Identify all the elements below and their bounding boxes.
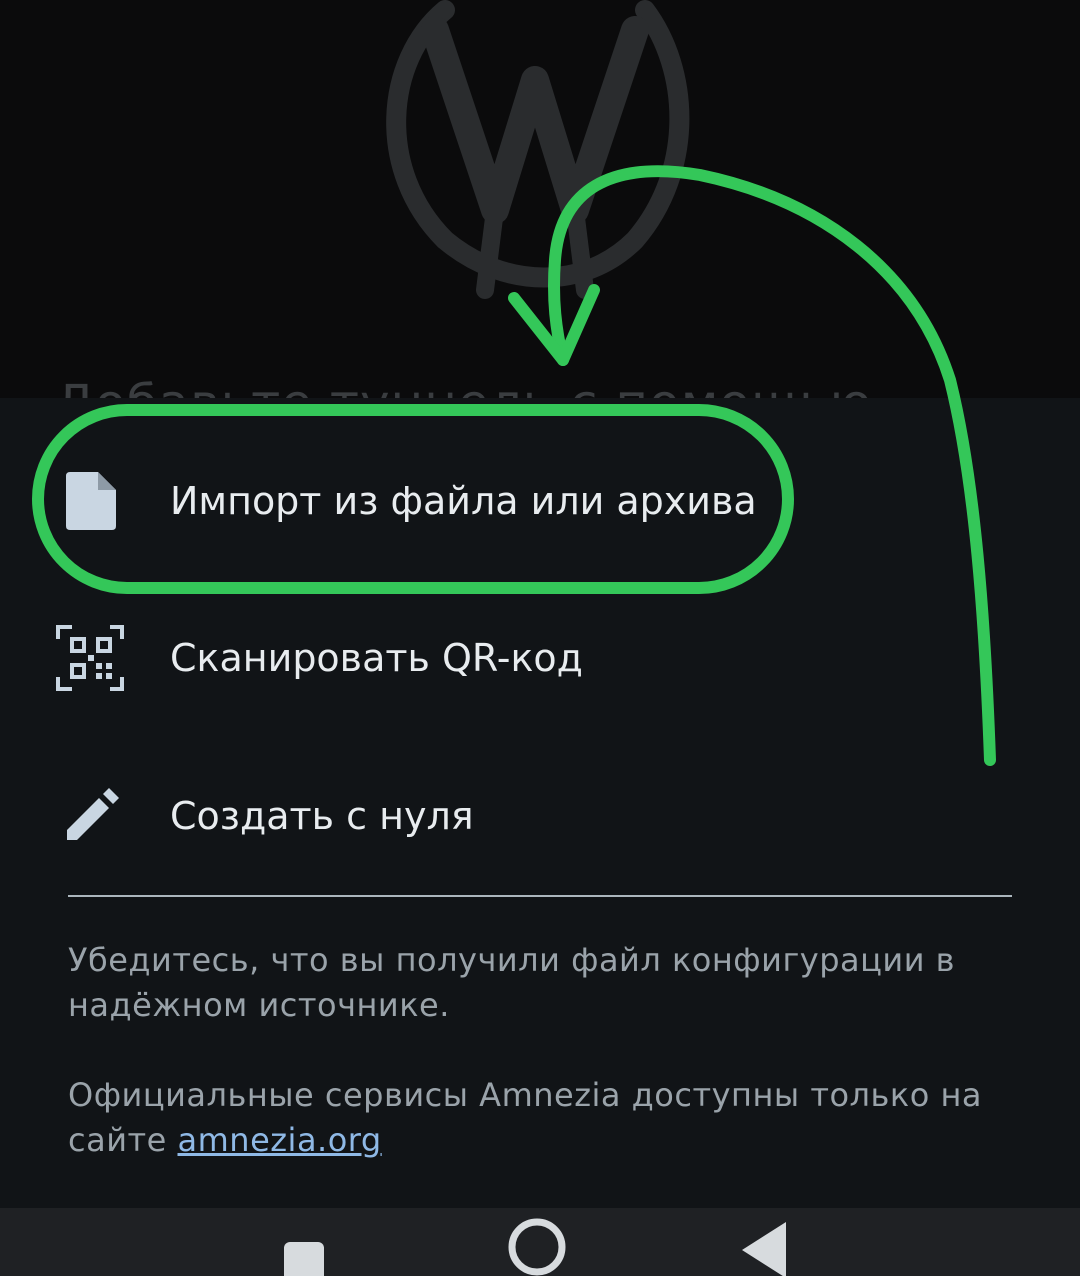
back-button[interactable] bbox=[742, 1222, 788, 1276]
amnezia-link[interactable]: amnezia.org bbox=[178, 1121, 382, 1159]
official-services-text: Официальные сервисы Amnezia доступны тол… bbox=[68, 1073, 1008, 1163]
system-navigation-bar bbox=[0, 1208, 1080, 1276]
home-button[interactable] bbox=[506, 1216, 568, 1276]
create-from-scratch-item[interactable]: Создать с нуля bbox=[0, 756, 1080, 876]
app-logo bbox=[386, 0, 690, 299]
config-warning-text: Убедитесь, что вы получили файл конфигур… bbox=[68, 941, 956, 1024]
obscured-heading: Добавьте туннель с помощью bbox=[55, 374, 873, 400]
pencil-icon bbox=[56, 781, 126, 851]
create-from-scratch-label: Создать с нуля bbox=[170, 794, 474, 838]
divider bbox=[68, 895, 1012, 897]
qr-code-icon bbox=[56, 623, 126, 693]
scan-qr-label: Сканировать QR-код bbox=[170, 636, 583, 680]
scan-qr-item[interactable]: Сканировать QR-код bbox=[0, 598, 1080, 718]
import-from-file-item[interactable]: Импорт из файла или архива bbox=[0, 441, 1080, 561]
file-icon bbox=[56, 466, 126, 536]
dimmed-backdrop[interactable]: Добавьте туннель с помощью bbox=[0, 0, 1080, 400]
screen: Добавьте туннель с помощью Импорт из фай… bbox=[0, 0, 1080, 1276]
recents-button[interactable] bbox=[284, 1230, 326, 1276]
import-from-file-label: Импорт из файла или архива bbox=[170, 479, 757, 523]
add-tunnel-sheet: Импорт из файла или архива Сканировать Q… bbox=[0, 398, 1080, 1208]
